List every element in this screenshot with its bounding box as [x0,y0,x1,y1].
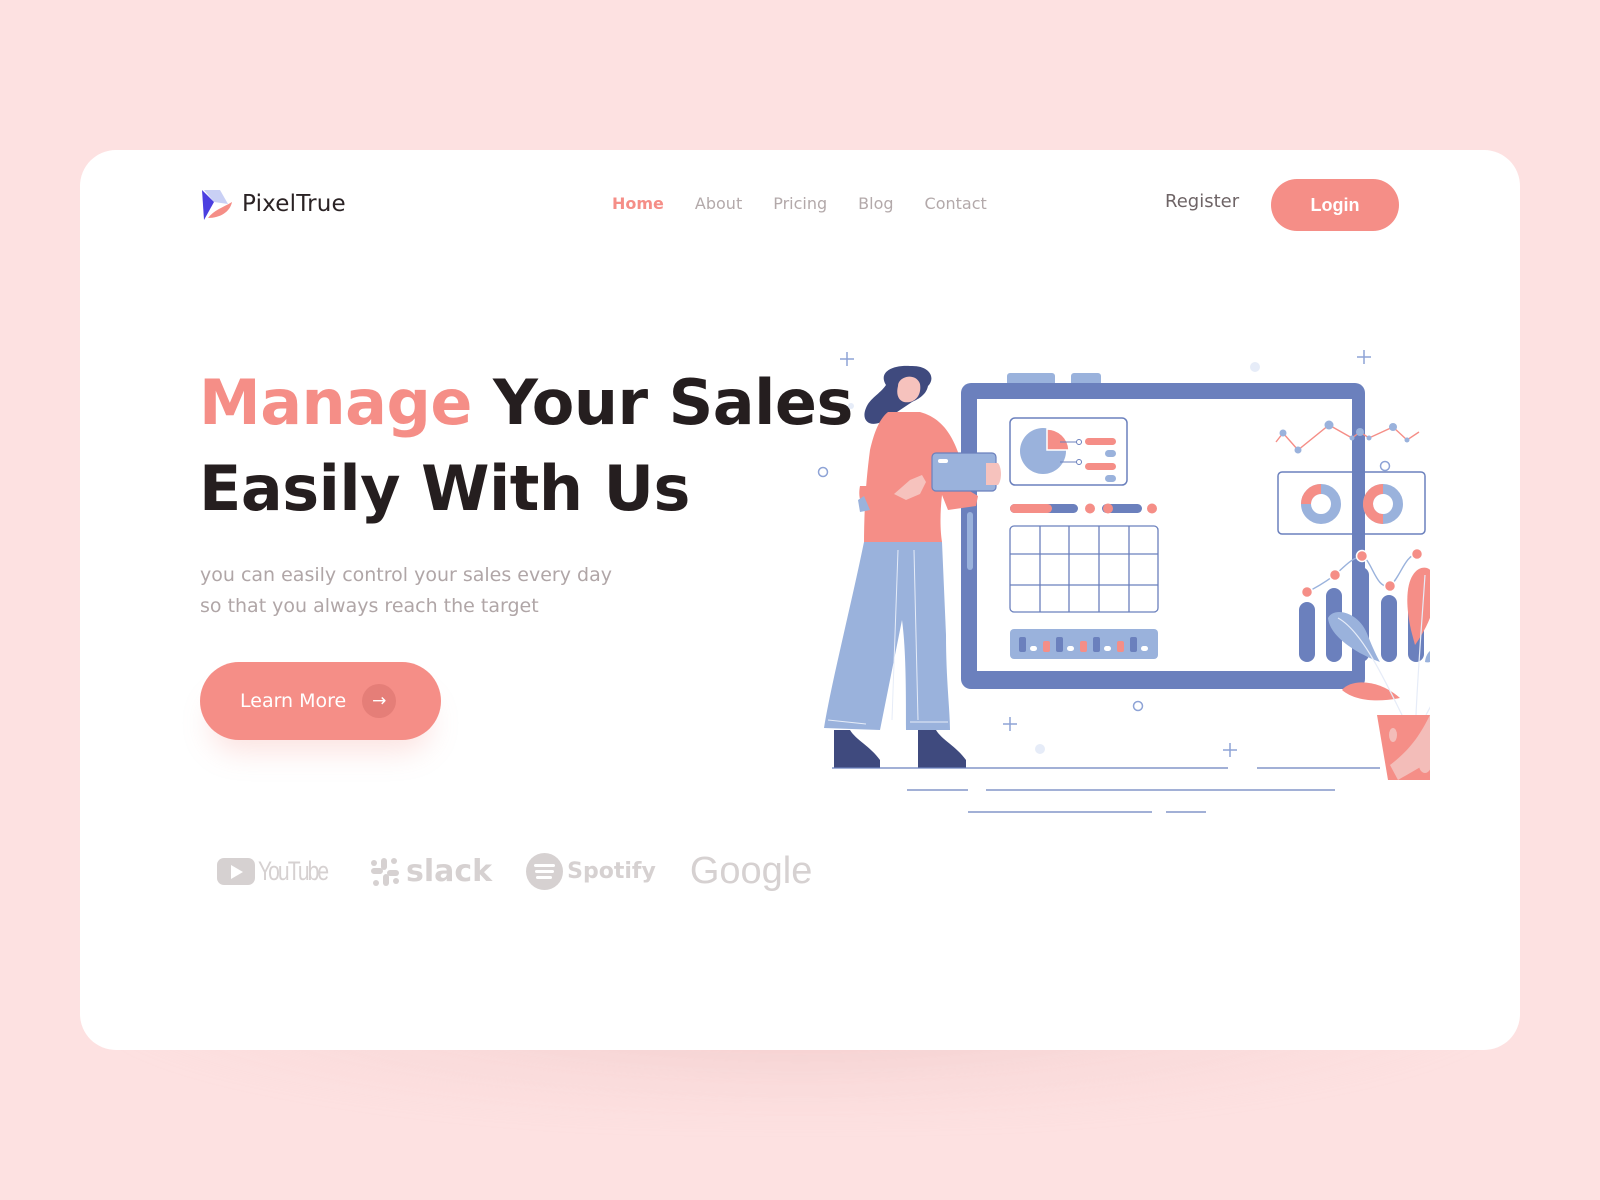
learn-more-button[interactable]: Learn More → [200,662,441,740]
nav-pricing[interactable]: Pricing [773,194,827,213]
brand-name: PixelTrue [242,191,346,217]
nav-home[interactable]: Home [612,194,664,213]
pixeltrue-logo-icon [202,190,232,220]
nav-about[interactable]: About [695,194,742,213]
youtube-wordmark: YouTube [258,856,329,886]
partner-logos: YouTube slack Spotify Google [217,850,846,893]
partner-spotify: Spotify [526,853,656,890]
google-wordmark: Google [689,850,813,892]
headline-accent: Manage [199,366,472,439]
headline-line1: Your Sales [493,366,853,439]
subtext-line2: so that you always reach the target [200,595,539,617]
landing-card: PixelTrue Home About Pricing Blog Contac… [80,150,1520,1050]
slack-wordmark: slack [406,854,493,889]
register-link[interactable]: Register [1165,191,1239,212]
subtext-line1: you can easily control your sales every … [200,564,612,586]
login-button[interactable]: Login [1271,179,1399,231]
hero-headline: Manage Your Sales Easily With Us [199,360,853,532]
learn-more-label: Learn More [240,690,347,712]
headline-line2: Easily With Us [199,452,690,525]
youtube-icon [217,858,255,885]
hero-subtext: you can easily control your sales every … [200,560,660,622]
floor-lines [832,767,1380,813]
partner-youtube: YouTube [217,856,336,887]
bar-timeline [1010,629,1158,659]
nav-contact[interactable]: Contact [925,194,987,213]
arrow-right-icon: → [362,684,397,718]
slack-icon [371,857,399,886]
main-nav: Home About Pricing Blog Contact [612,194,1018,213]
nav-blog[interactable]: Blog [858,194,893,213]
brand-logo[interactable]: PixelTrue [200,186,346,222]
spotify-icon [526,853,564,890]
spotify-wordmark: Spotify [567,859,656,884]
partner-slack: slack [370,854,492,889]
partner-google: Google [690,850,813,893]
hero-illustration [817,350,1430,813]
